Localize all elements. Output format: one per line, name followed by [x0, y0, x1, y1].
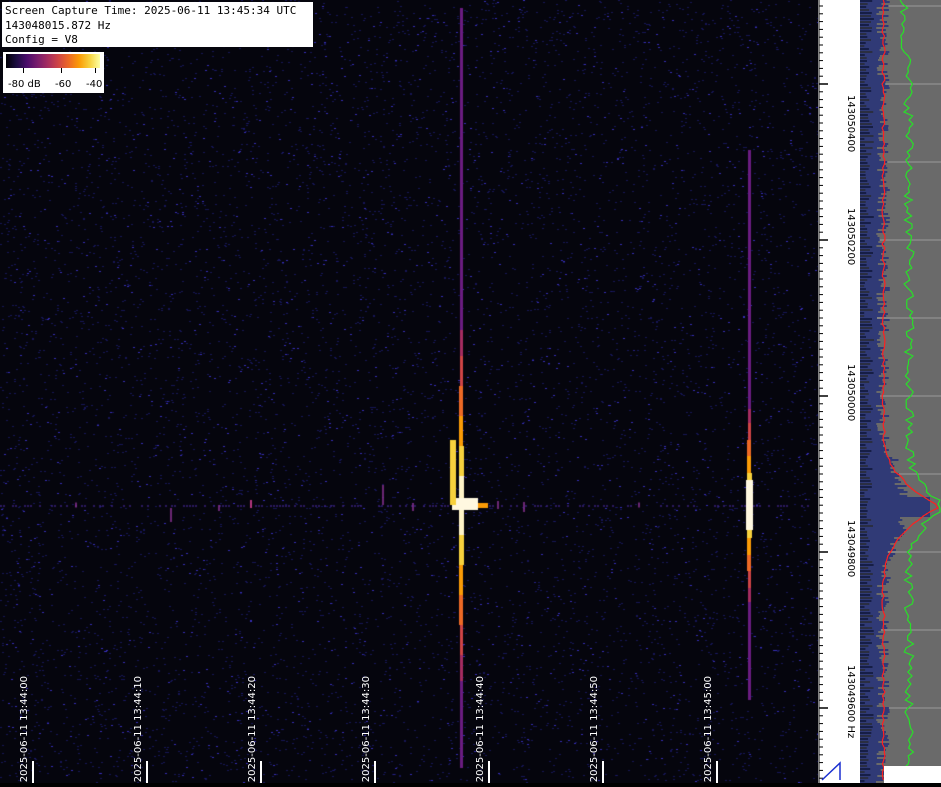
waterfall-canvas: [0, 0, 818, 783]
colorbar-label-mid: -60: [55, 79, 72, 90]
freq-label: 143049600 Hz: [845, 665, 856, 739]
colorbar-tick: [61, 68, 62, 73]
colorbar-gradient: [6, 54, 100, 68]
time-tick: [32, 761, 34, 783]
spectrum-footer: [884, 766, 941, 783]
colorbar-tick: [23, 68, 24, 73]
time-tick: [146, 761, 148, 783]
freq-label: 143050000: [845, 364, 856, 422]
spectrum-plot: [860, 0, 941, 783]
freq-label: 143050200: [845, 208, 856, 266]
time-label: 2025-06-11 13:44:30: [361, 676, 372, 783]
center-frequency-text: 143048015.872 Hz: [5, 18, 111, 32]
time-label: 2025-06-11 13:44:50: [589, 676, 600, 783]
capture-time-text: Screen Capture Time: 2025-06-11 13:45:34…: [5, 4, 297, 17]
time-tick: [260, 761, 262, 783]
spectrum-panel: [860, 0, 941, 783]
time-label: 2025-06-11 13:44:40: [475, 676, 486, 783]
colorbar-tick: [95, 68, 96, 73]
freq-label: 143049800: [845, 520, 856, 578]
time-label: 2025-06-11 13:44:00: [19, 676, 30, 783]
config-text: Config = V8: [5, 33, 78, 46]
time-tick: [488, 761, 490, 783]
colorbar-legend: -80 dB -60 -40: [3, 52, 104, 93]
time-label: 2025-06-11 13:44:10: [133, 676, 144, 783]
waterfall-display[interactable]: Screen Capture Time: 2025-06-11 13:45:34…: [0, 0, 818, 783]
corner-marker-icon: [821, 761, 841, 781]
time-label: 2025-06-11 13:44:20: [247, 676, 258, 783]
time-tick: [716, 761, 718, 783]
frequency-axis: 143050400 143050200 143050000 143049800 …: [818, 0, 860, 783]
time-tick: [374, 761, 376, 783]
time-label: 2025-06-11 13:45:00: [703, 676, 714, 783]
capture-info-box: Screen Capture Time: 2025-06-11 13:45:34…: [2, 2, 313, 47]
colorbar-label-min: -80 dB: [8, 79, 41, 90]
freq-label: 143050400: [845, 95, 856, 153]
colorbar-label-max: -40: [86, 79, 103, 90]
time-tick: [602, 761, 604, 783]
